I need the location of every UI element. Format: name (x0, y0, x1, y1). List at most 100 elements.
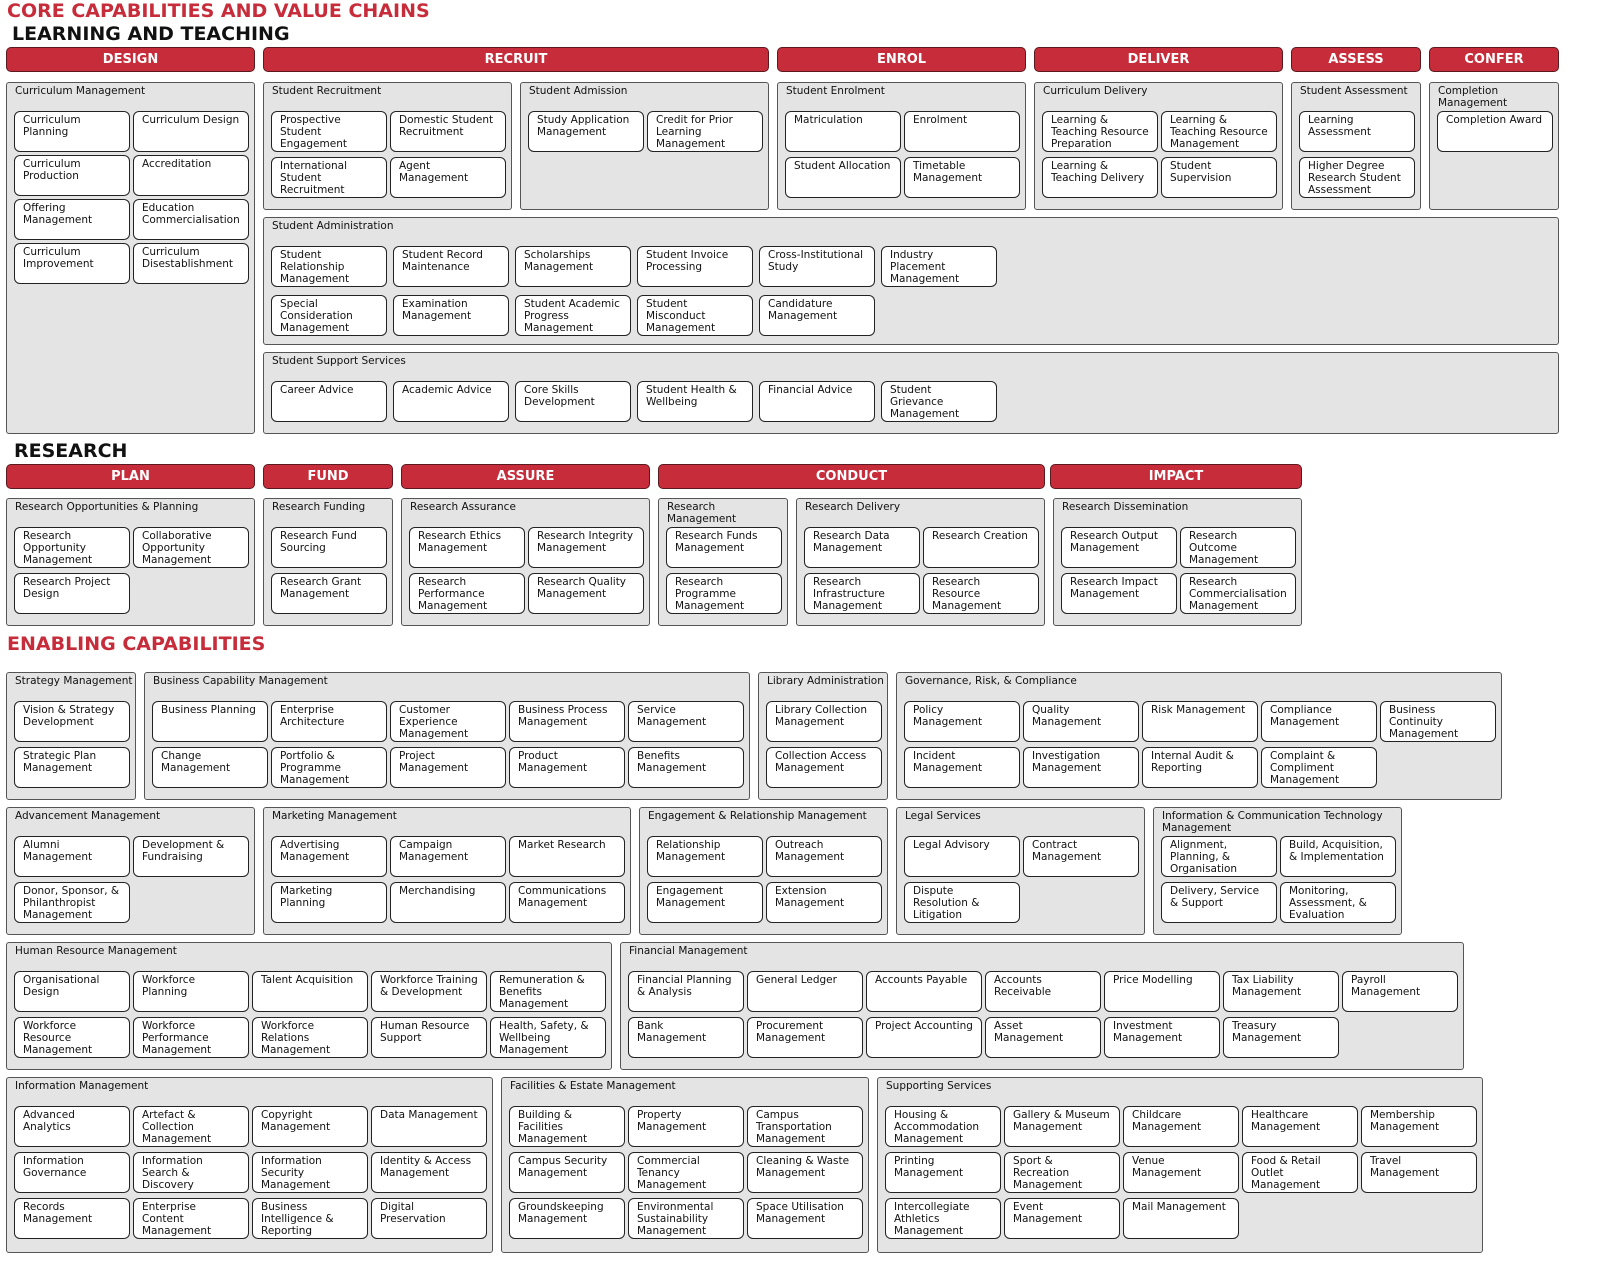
capability-card[interactable]: Talent Acquisition (252, 971, 368, 1012)
capability-card[interactable]: Enrolment (904, 111, 1020, 152)
capability-card[interactable]: Research Creation (923, 527, 1039, 568)
capability-card[interactable]: Student Health & Wellbeing (637, 381, 753, 422)
capability-card[interactable]: Customer Experience Management (390, 701, 506, 742)
capability-card[interactable]: Student Allocation (785, 157, 901, 198)
capability-card[interactable]: Tax Liability Management (1223, 971, 1339, 1012)
capability-card[interactable]: Study Application Management (528, 111, 644, 152)
capability-card[interactable]: Agent Management (390, 157, 506, 198)
capability-card[interactable]: Bank Management (628, 1017, 744, 1058)
capability-card[interactable]: Offering Management (14, 199, 130, 240)
capability-card[interactable]: Student Relationship Management (271, 246, 387, 287)
capability-card[interactable]: Financial Advice (759, 381, 875, 422)
capability-card[interactable]: Research Ethics Management (409, 527, 525, 568)
capability-card[interactable]: Building & Facilities Management (509, 1106, 625, 1147)
capability-card[interactable]: Financial Planning & Analysis (628, 971, 744, 1012)
capability-card[interactable]: Investigation Management (1023, 747, 1139, 788)
capability-card[interactable]: Business Planning (152, 701, 268, 742)
capability-card[interactable]: Records Management (14, 1198, 130, 1239)
capability-card[interactable]: Campus Security Management (509, 1152, 625, 1193)
capability-card[interactable]: Research Performance Management (409, 573, 525, 614)
capability-card[interactable]: Curriculum Disestablishment (133, 243, 249, 284)
capability-card[interactable]: Organisational Design (14, 971, 130, 1012)
capability-card[interactable]: Contract Management (1023, 836, 1139, 877)
capability-card[interactable]: Research Impact Management (1061, 573, 1177, 614)
capability-card[interactable]: Benefits Management (628, 747, 744, 788)
capability-card[interactable]: Portfolio & Programme Management (271, 747, 387, 788)
capability-card[interactable]: Internal Audit & Reporting (1142, 747, 1258, 788)
capability-card[interactable]: International Student Recruitment (271, 157, 387, 198)
capability-card[interactable]: Student Grievance Management (881, 381, 997, 422)
capability-card[interactable]: Asset Management (985, 1017, 1101, 1058)
capability-card[interactable]: Student Academic Progress Management (515, 295, 631, 336)
capability-card[interactable]: Timetable Management (904, 157, 1020, 198)
capability-card[interactable]: Curriculum Improvement (14, 243, 130, 284)
capability-card[interactable]: General Ledger (747, 971, 863, 1012)
capability-card[interactable]: Academic Advice (393, 381, 509, 422)
capability-card[interactable]: Workforce Training & Development (371, 971, 487, 1012)
capability-card[interactable]: Strategic Plan Management (14, 747, 130, 788)
capability-card[interactable]: Scholarships Management (515, 246, 631, 287)
capability-card[interactable]: Complaint & Compliment Management (1261, 747, 1377, 788)
capability-card[interactable]: Housing & Accommodation Management (885, 1106, 1001, 1147)
capability-card[interactable]: Copyright Management (252, 1106, 368, 1147)
capability-card[interactable]: Education Commercialisation (133, 199, 249, 240)
capability-card[interactable]: Campus Transportation Management (747, 1106, 863, 1147)
capability-card[interactable]: Research Commercialisation Management (1180, 573, 1296, 614)
capability-card[interactable]: Vision & Strategy Development (14, 701, 130, 742)
capability-card[interactable]: Legal Advisory (904, 836, 1020, 877)
capability-card[interactable]: Change Management (152, 747, 268, 788)
capability-card[interactable]: Build, Acquisition, & Implementation (1280, 836, 1396, 877)
capability-card[interactable]: Workforce Resource Management (14, 1017, 130, 1058)
capability-card[interactable]: Research Infrastructure Management (804, 573, 920, 614)
capability-card[interactable]: Student Record Maintenance (393, 246, 509, 287)
capability-card[interactable]: Student Invoice Processing (637, 246, 753, 287)
capability-card[interactable]: Research Output Management (1061, 527, 1177, 568)
capability-card[interactable]: Enterprise Content Management (133, 1198, 249, 1239)
capability-card[interactable]: Campaign Management (390, 836, 506, 877)
capability-card[interactable]: Curriculum Production (14, 155, 130, 196)
capability-card[interactable]: Quality Management (1023, 701, 1139, 742)
capability-card[interactable]: Enterprise Architecture (271, 701, 387, 742)
capability-card[interactable]: Space Utilisation Management (747, 1198, 863, 1239)
capability-card[interactable]: Alumni Management (14, 836, 130, 877)
capability-card[interactable]: Healthcare Management (1242, 1106, 1358, 1147)
capability-card[interactable]: Advertising Management (271, 836, 387, 877)
capability-card[interactable]: Product Management (509, 747, 625, 788)
capability-card[interactable]: Childcare Management (1123, 1106, 1239, 1147)
capability-card[interactable]: Human Resource Support (371, 1017, 487, 1058)
capability-card[interactable]: Learning & Teaching Delivery (1042, 157, 1158, 198)
capability-card[interactable]: Information Governance (14, 1152, 130, 1193)
capability-card[interactable]: Higher Degree Research Student Assessmen… (1299, 157, 1415, 198)
capability-card[interactable]: Library Collection Management (766, 701, 882, 742)
capability-card[interactable]: Business Intelligence & Reporting (252, 1198, 368, 1239)
capability-card[interactable]: Property Management (628, 1106, 744, 1147)
capability-card[interactable]: Market Research (509, 836, 625, 877)
capability-card[interactable]: Development & Fundraising (133, 836, 249, 877)
capability-card[interactable]: Gallery & Museum Management (1004, 1106, 1120, 1147)
capability-card[interactable]: Learning Assessment (1299, 111, 1415, 152)
capability-card[interactable]: Communications Management (509, 882, 625, 923)
capability-card[interactable]: Monitoring, Assessment, & Evaluation (1280, 882, 1396, 923)
capability-card[interactable]: Donor, Sponsor, & Philanthropist Managem… (14, 882, 130, 923)
capability-card[interactable]: Completion Award (1437, 111, 1553, 152)
capability-card[interactable]: Service Management (628, 701, 744, 742)
capability-card[interactable]: Policy Management (904, 701, 1020, 742)
capability-card[interactable]: Matriculation (785, 111, 901, 152)
capability-card[interactable]: Business Process Management (509, 701, 625, 742)
capability-card[interactable]: Research Integrity Management (528, 527, 644, 568)
capability-card[interactable]: Research Project Design (14, 573, 130, 614)
capability-card[interactable]: Remuneration & Benefits Management (490, 971, 606, 1012)
capability-card[interactable]: Research Opportunity Management (14, 527, 130, 568)
capability-card[interactable]: Research Data Management (804, 527, 920, 568)
capability-card[interactable]: Environmental Sustainability Management (628, 1198, 744, 1239)
capability-card[interactable]: Collection Access Management (766, 747, 882, 788)
capability-card[interactable]: Data Management (371, 1106, 487, 1147)
capability-card[interactable]: Alignment, Planning, & Organisation (1161, 836, 1277, 877)
capability-card[interactable]: Merchandising (390, 882, 506, 923)
capability-card[interactable]: Cleaning & Waste Management (747, 1152, 863, 1193)
capability-card[interactable]: Outreach Management (766, 836, 882, 877)
capability-card[interactable]: Project Management (390, 747, 506, 788)
capability-card[interactable]: Dispute Resolution & Litigation (904, 882, 1020, 923)
capability-card[interactable]: Industry Placement Management (881, 246, 997, 287)
capability-card[interactable]: Marketing Planning (271, 882, 387, 923)
